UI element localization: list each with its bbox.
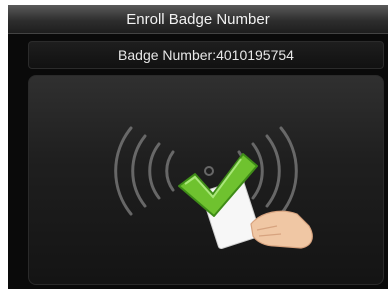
device-screen: Enroll Badge Number Badge Number:4010195… — [8, 5, 388, 289]
badge-number-text: Badge Number:4010195754 — [118, 47, 294, 63]
title-bar: Enroll Badge Number — [8, 5, 388, 34]
enroll-panel — [28, 75, 384, 285]
window-title: Enroll Badge Number — [126, 11, 270, 28]
badge-number-bar: Badge Number:4010195754 — [28, 41, 384, 69]
card-swipe-illustration — [114, 126, 313, 250]
hand-icon — [250, 210, 313, 249]
